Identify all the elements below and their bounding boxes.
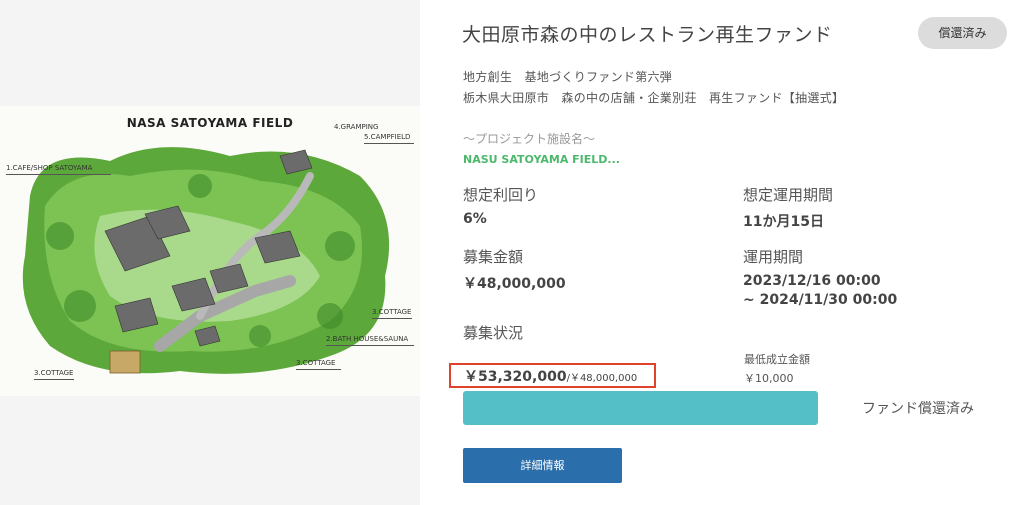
recruit-status-label: 募集状況 (463, 324, 524, 342)
map-leader-line (6, 174, 111, 175)
map-leader-line (296, 369, 341, 370)
project-label: ～プロジェクト施設名～ (463, 132, 596, 146)
min-amount-label: 最低成立金額 (744, 353, 810, 366)
status-badge: 償還済み (918, 17, 1007, 49)
project-name-link[interactable]: NASU SATOYAMA FIELD... (463, 153, 620, 166)
progress-status-text: ファンド償還済み (862, 401, 974, 417)
fund-title: 大田原市森の中のレストラン再生ファンド (462, 24, 833, 46)
target-amount-value: ￥48,000,000 (463, 276, 566, 292)
detail-info-button[interactable]: 詳細情報 (463, 448, 622, 483)
map-leader-line (34, 379, 74, 380)
operation-start: 2023/12/16 00:00 (743, 273, 881, 289)
fund-subtitle-2: 栃木県大田原市 森の中の店舗・企業別荘 再生ファンド【抽選式】 (463, 91, 845, 105)
period-value: 11か月15日 (743, 214, 824, 230)
operation-end: ~ 2024/11/30 00:00 (743, 292, 898, 308)
period-label: 想定運用期間 (743, 186, 834, 204)
progress-fill (463, 391, 818, 425)
map-leader-line (326, 345, 414, 346)
min-amount-value: ￥10,000 (744, 372, 794, 385)
map-label-bath-house: 2.BATH HOUSE&SAUNA (326, 335, 409, 343)
raised-amount: ￥53,320,000 (464, 369, 567, 385)
map-label-cottage-right: 3.COTTAGE (372, 308, 412, 316)
goal-amount: /￥48,000,000 (566, 373, 638, 384)
map-label-campfield: 5.CAMPFIELD (364, 133, 411, 141)
raised-amount-highlight: ￥53,320,000/￥48,000,000 (449, 363, 656, 388)
map-label-cottage-center: 3.COTTAGE (296, 359, 336, 367)
operation-period-label: 運用期間 (743, 248, 804, 266)
map-leader-line (372, 318, 412, 319)
funding-progress-bar (463, 391, 818, 425)
map-label-glamping: 4.GRAMPING (334, 123, 379, 131)
map-label-cafe: 1.CAFE/SHOP SATOYAMA (6, 164, 93, 172)
yield-value: 6% (463, 211, 487, 227)
yield-label: 想定利回り (463, 186, 539, 204)
target-amount-label: 募集金額 (463, 248, 524, 266)
map-leader-line (364, 143, 414, 144)
map-label-cottage-left: 3.COTTAGE (34, 369, 74, 377)
fund-subtitle-1: 地方創生 基地づくりファンド第六弾 (463, 70, 673, 84)
map-drawing (0, 106, 420, 396)
project-map-illustration: NASA SATOYAMA FIELD 4.GRAMPING 5.CAMPFIE… (0, 106, 420, 396)
project-image-panel: NASA SATOYAMA FIELD 4.GRAMPING 5.CAMPFIE… (0, 0, 420, 505)
